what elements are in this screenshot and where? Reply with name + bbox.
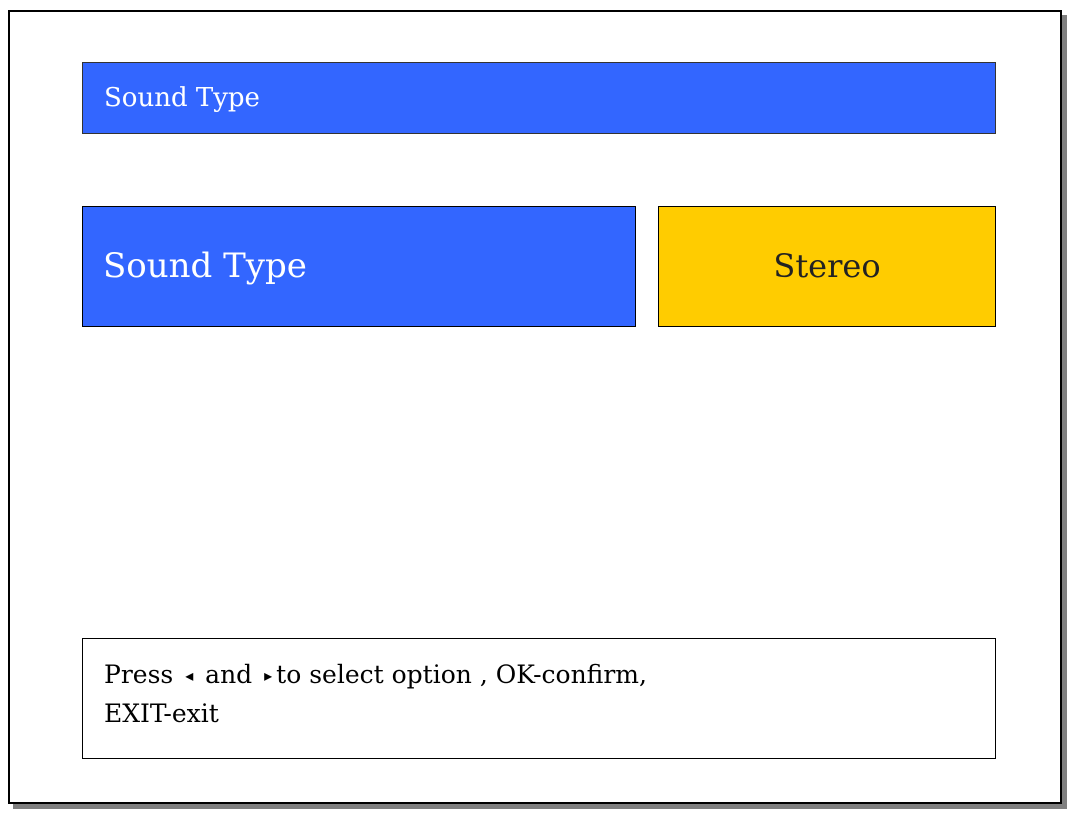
help-and-text: and <box>205 660 253 689</box>
help-line-2: EXIT-exit <box>104 699 219 728</box>
osd-menu-panel: Sound Type Sound Type Stereo Press ◂ and… <box>8 10 1062 804</box>
setting-value: Stereo <box>773 247 881 285</box>
menu-title-bar: Sound Type <box>82 62 996 134</box>
help-line-1: Press ◂ and ▸ to select option , OK-confi… <box>104 656 974 695</box>
setting-label: Sound Type <box>103 246 307 286</box>
help-instructions: Press ◂ and ▸ to select option , OK-confi… <box>82 638 996 759</box>
setting-label-box: Sound Type <box>82 206 636 327</box>
help-press-text: Press <box>104 660 174 689</box>
triangle-right-icon: ▸ <box>264 666 273 685</box>
menu-title: Sound Type <box>104 83 260 113</box>
setting-value-selector[interactable]: Stereo <box>658 206 996 327</box>
help-select-text: to select option , OK-confirm, <box>276 660 647 689</box>
triangle-left-icon: ◂ <box>185 666 194 685</box>
